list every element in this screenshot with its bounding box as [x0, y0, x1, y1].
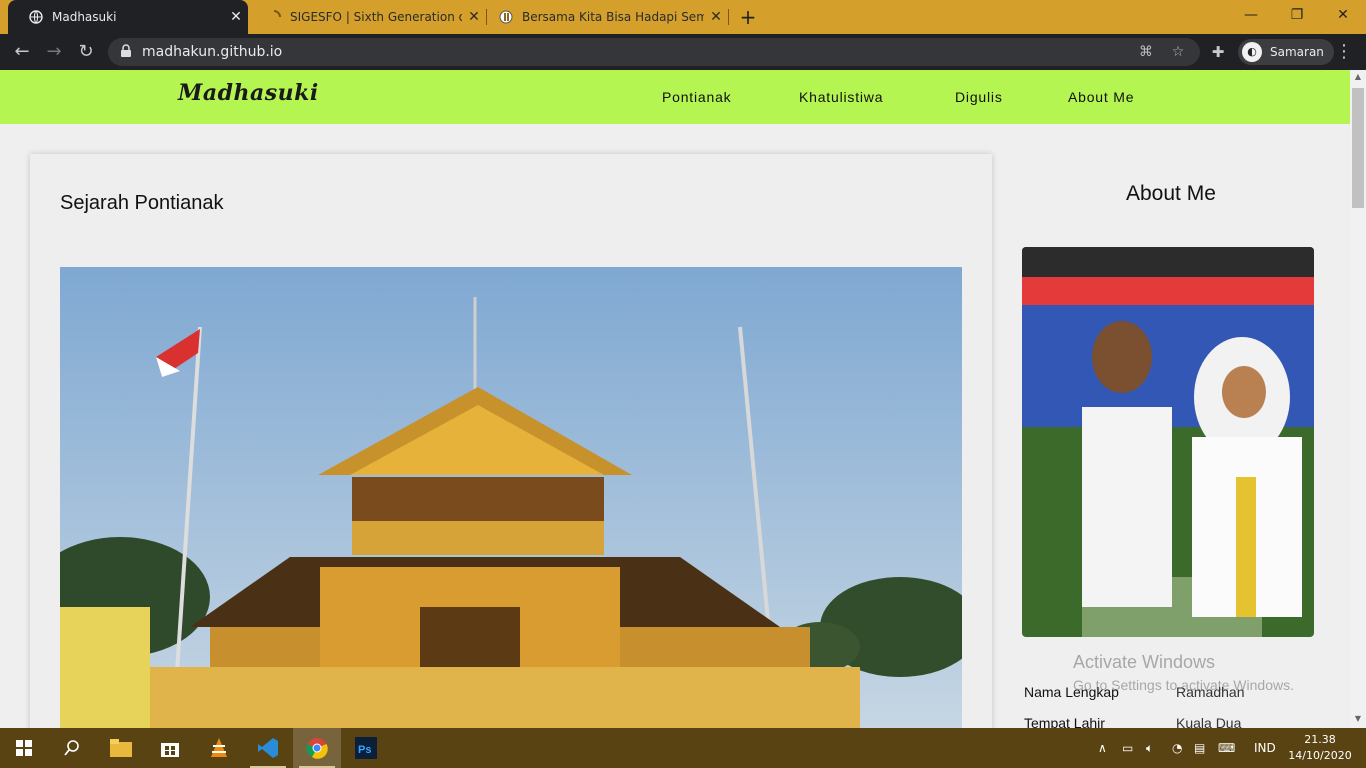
bookmark-star-icon[interactable]: ☆: [1168, 42, 1188, 62]
new-tab-button[interactable]: +: [736, 4, 760, 30]
tab-separator: [728, 9, 729, 25]
address-bar[interactable]: madhakun.github.io ⌘ ☆: [108, 38, 1200, 66]
nav-pontianak[interactable]: Pontianak: [662, 70, 731, 124]
extensions-icon[interactable]: ✚: [1206, 40, 1230, 64]
sidebar-title: About Me: [1126, 182, 1216, 205]
tab-bersama[interactable]: Bersama Kita Bisa Hadapi Semua ✕: [478, 0, 728, 34]
page-scrollbar[interactable]: ▲ ▼: [1350, 70, 1366, 728]
article-card: Sejarah Pontianak: [30, 154, 992, 728]
store-icon[interactable]: [146, 728, 194, 768]
site-logo[interactable]: Madhasuki: [178, 80, 319, 106]
browser-toolbar: ← → ↻ madhakun.github.io ⌘ ☆ ✚ ◐ Samaran…: [0, 34, 1366, 70]
back-icon[interactable]: ←: [10, 40, 34, 64]
page-viewport: Madhasuki Pontianak Khatulistiwa Digulis…: [0, 70, 1350, 728]
info-key: Tempat Lahir: [1024, 715, 1105, 728]
battery-icon[interactable]: ▭: [1122, 728, 1133, 768]
file-explorer-icon[interactable]: [97, 728, 145, 768]
profile-name: Samaran: [1270, 45, 1324, 59]
url-text: madhakun.github.io: [142, 44, 283, 60]
scroll-thumb[interactable]: [1352, 88, 1364, 208]
vscode-icon[interactable]: [244, 728, 292, 768]
keyboard-icon[interactable]: ⌨: [1218, 728, 1235, 768]
watermark-title: Activate Windows: [1073, 652, 1216, 672]
volume-icon[interactable]: 🔈︎: [1146, 728, 1153, 768]
menu-kebab-icon[interactable]: ⋮: [1332, 40, 1356, 64]
palace-photo: [60, 267, 962, 728]
profile-photo: [1022, 247, 1314, 637]
language-indicator[interactable]: IND: [1254, 728, 1276, 768]
forward-icon[interactable]: →: [42, 40, 66, 64]
tab-madhasuki[interactable]: Madhasuki ✕: [8, 0, 248, 34]
notification-icon[interactable]: ▤: [1194, 728, 1205, 768]
close-window-icon[interactable]: ✕: [1320, 0, 1366, 30]
vlc-icon[interactable]: [195, 728, 243, 768]
nav-khatulistiwa[interactable]: Khatulistiwa: [799, 70, 883, 124]
nav-digulis[interactable]: Digulis: [955, 70, 1003, 124]
clock-time: 21.38: [1304, 733, 1336, 746]
profile-button[interactable]: ◐ Samaran: [1238, 39, 1334, 65]
loading-icon: [266, 9, 282, 25]
translate-icon[interactable]: ⌘: [1136, 42, 1156, 62]
incognito-avatar-icon: ◐: [1242, 42, 1262, 62]
restore-icon[interactable]: ❐: [1274, 0, 1320, 30]
lock-icon: [120, 44, 134, 58]
close-tab-icon[interactable]: ✕: [704, 9, 728, 25]
wifi-icon[interactable]: ◔: [1172, 728, 1182, 768]
clock-date: 14/10/2020: [1288, 749, 1352, 762]
tab-title: Bersama Kita Bisa Hadapi Semua: [522, 10, 704, 24]
article-title: Sejarah Pontianak: [60, 192, 224, 214]
chrome-icon[interactable]: [293, 728, 341, 768]
tab-strip: Madhasuki ✕ SIGESFO | Sixth Generation o…: [0, 0, 1366, 34]
nav-about-me[interactable]: About Me: [1068, 70, 1134, 124]
search-icon[interactable]: [48, 728, 96, 768]
windows-taskbar: Ps ∧ ▭ 🔈︎ ◔ ▤ ⌨ IND 21.38 14/10/2020: [0, 728, 1366, 768]
close-tab-icon[interactable]: ✕: [224, 9, 248, 25]
scroll-down-icon[interactable]: ▼: [1350, 714, 1366, 723]
info-value: Kuala Dua: [1176, 715, 1242, 728]
scroll-up-icon[interactable]: ▲: [1350, 72, 1366, 81]
tab-sigesfo[interactable]: SIGESFO | Sixth Generation of SIS ✕: [246, 0, 486, 34]
tray-chevron-icon[interactable]: ∧: [1098, 728, 1107, 768]
photoshop-icon[interactable]: Ps: [342, 728, 390, 768]
minimize-icon[interactable]: —: [1228, 0, 1274, 30]
watermark-subtitle: Go to Settings to activate Windows.: [1073, 677, 1294, 693]
svg-text:Ps: Ps: [358, 744, 371, 756]
site-favicon-icon: [498, 9, 514, 25]
tab-title: SIGESFO | Sixth Generation of SIS: [290, 10, 462, 24]
globe-icon: [28, 9, 44, 25]
reload-icon[interactable]: ↻: [74, 40, 98, 64]
site-navbar: Madhasuki Pontianak Khatulistiwa Digulis…: [0, 70, 1350, 124]
start-windows-icon[interactable]: [0, 728, 48, 768]
system-clock[interactable]: 21.38 14/10/2020: [1284, 732, 1356, 764]
activate-windows-watermark: Activate Windows Go to Settings to activ…: [1073, 652, 1294, 693]
tab-title: Madhasuki: [52, 10, 117, 24]
